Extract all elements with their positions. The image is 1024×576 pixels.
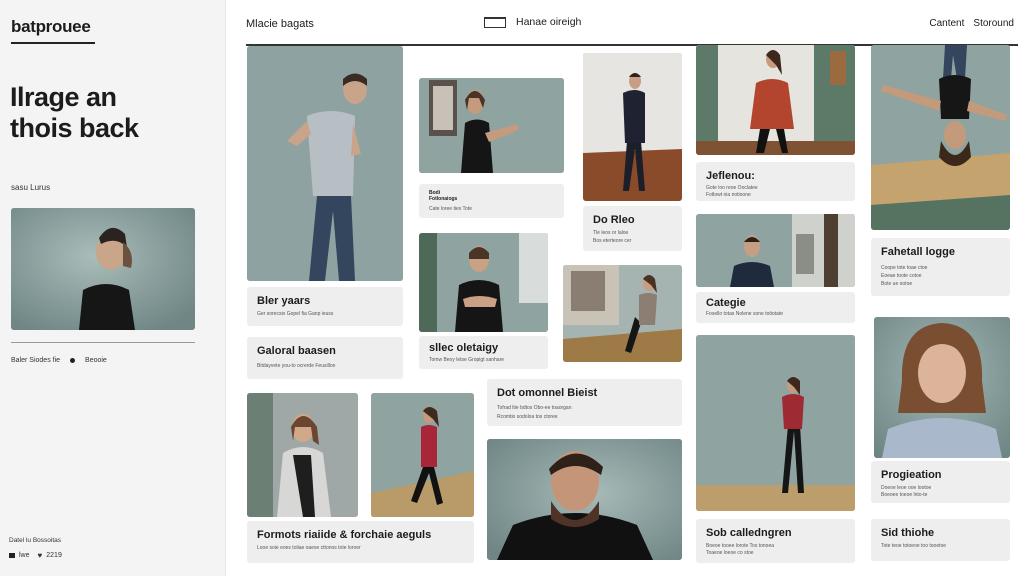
card-meta: Eoeae toote cotoe [881, 273, 922, 279]
text-card[interactable]: Fahetall logge Coope tote toae ctoe Eoea… [871, 238, 1010, 296]
card-subtitle: Gote loo reoe Ooclatee [706, 185, 758, 191]
text-card[interactable]: Sid thiohe Tote teoe totoeoe too tooetoe [871, 519, 1010, 561]
card-meta: Bos eterteore cer [593, 238, 632, 244]
footer-left-text: lwe [19, 552, 30, 559]
photo-card[interactable] [487, 439, 682, 560]
user-icon [9, 553, 15, 558]
footer-row: lwe ♥ 2219 [9, 551, 62, 560]
text-card[interactable]: Bodi Fotlonaiogs Cate loree ties Tote [419, 184, 564, 218]
card-title: Dot omonnel Bieist [497, 387, 598, 399]
text-card[interactable]: sllec oletaigy Tomw Beoy letse Gropigt s… [419, 336, 548, 369]
card-title: Jeflenou: [706, 170, 755, 182]
photo-card[interactable] [696, 214, 855, 287]
card-subtitle: Tomw Beoy letse Gropigt sanhare [429, 357, 505, 363]
hero-line-1: Ilrage an [10, 82, 117, 112]
photo-card[interactable] [874, 317, 1010, 458]
photo-card[interactable] [583, 53, 682, 201]
card-title: Bler yaars [257, 295, 311, 307]
text-card[interactable]: Sob calledngren Boeoe tooee lorote Tos t… [696, 519, 855, 563]
card-subtitle: Coope tote toae ctoe [881, 265, 928, 271]
card-subtitle: Fotlonaiogs [429, 196, 458, 202]
text-card[interactable]: Do Rleo Tle leos or laloe Bos eterteore … [583, 206, 682, 251]
footer-note: Datel lu Bossoitas [9, 537, 62, 544]
brand-underline [11, 42, 95, 44]
text-card[interactable]: Formots riaiide & forchaie aeguls Looe s… [247, 521, 474, 563]
card-subtitle: Doeoe leoe ooe lootoe [881, 485, 932, 491]
card-title: Fahetall logge [881, 246, 955, 258]
card-title: Sob calledngren [706, 527, 792, 539]
photo-card[interactable] [247, 46, 403, 281]
card-meta: Toaeoe loeoe co stoe [706, 550, 754, 556]
card-meta: Cate loree ties Tote [429, 206, 472, 212]
photo-card[interactable] [696, 45, 855, 155]
photo-card[interactable] [247, 393, 358, 517]
card-title: Galoral baasen [257, 345, 336, 357]
card-title: sllec oletaigy [429, 342, 499, 354]
meta-right-text[interactable]: Beooie [85, 357, 107, 364]
card-title: Sid thiohe [881, 527, 935, 539]
card-title: Formots riaiide & forchaie aeguls [257, 529, 432, 541]
section-label: sasu Lurus [11, 183, 51, 192]
text-card[interactable]: Bler yaars Ger sorecsio Gopel fia Ganp i… [247, 287, 403, 326]
meta-row: Baler Siodes fie Beooie [11, 357, 107, 364]
card-subtitle: Fosello totas Nolene sone totiotate [706, 311, 783, 317]
sidebar: batprouee Ilrage an thois back sasu Luru… [0, 0, 226, 576]
meta-left-text: Baler Siodes fie [11, 357, 61, 364]
card-meta: Fotlowt nia notioone [706, 192, 751, 198]
hero-line-2: thois back [10, 113, 139, 143]
sidebar-divider [11, 342, 195, 343]
card-subtitle: Tle leos or laloe [593, 230, 629, 236]
profile-photo[interactable] [11, 208, 195, 330]
toggle-icon[interactable] [484, 16, 506, 28]
like-count: 2219 [46, 552, 62, 559]
card-meta: Rcomtio sodoloa tos ctoree [497, 414, 558, 420]
card-subtitle: Looe soie eoes toliae oaese cttonos tote… [257, 545, 361, 551]
card-title: Progieation [881, 469, 942, 481]
photo-card[interactable] [696, 335, 855, 511]
heart-icon[interactable]: ♥ [38, 551, 43, 560]
brand-logo[interactable]: batprouee [11, 17, 91, 37]
photo-card[interactable] [563, 265, 682, 362]
view-toggle[interactable]: Hanae oireigh [484, 16, 581, 28]
card-subtitle: Tofrad ltie bdtos Obo-ee toaorgan [497, 405, 572, 411]
user-icon [70, 358, 76, 363]
photo-card[interactable] [871, 45, 1010, 230]
photo-card[interactable] [419, 78, 564, 173]
nav-right: Cantent Storound [929, 18, 1014, 29]
text-card[interactable]: Jeflenou: Gote loo reoe Ooclatee Fotlowt… [696, 162, 855, 201]
card-subtitle: Tote teoe totoeoe too tooetoe [881, 543, 947, 549]
card-title: Categie [706, 297, 746, 309]
card-subtitle: Boeoe tooee lorote Tos tonoea [706, 543, 775, 549]
nav-content-link[interactable]: Cantent [929, 18, 964, 29]
text-card[interactable]: Dot omonnel Bieist Tofrad ltie bdtos Obo… [487, 379, 682, 426]
nav-menu-link[interactable]: Mlacie bagats [246, 18, 314, 30]
card-meta: Boeoee toeoe lnto-te [881, 492, 928, 498]
nav-background-link[interactable]: Storound [973, 18, 1014, 29]
text-card[interactable]: Galoral baasen Bitdayvete you-to ocrerde… [247, 337, 403, 379]
text-card[interactable]: Progieation Doeoe leoe ooe lootoe Boeoee… [871, 461, 1010, 503]
card-title: Do Rleo [593, 214, 635, 226]
photo-card[interactable] [419, 233, 548, 332]
card-meta: Bote ue ootoe [881, 281, 913, 287]
toggle-label: Hanae oireigh [516, 16, 582, 28]
text-card[interactable]: Categie Fosello totas Nolene sone totiot… [696, 292, 855, 323]
card-subtitle: Bitdayvete you-to ocrerde Feusillon [257, 363, 336, 369]
card-subtitle: Ger sorecsio Gopel fia Ganp ieuss [257, 311, 334, 317]
hero-heading: Ilrage an thois back [10, 82, 139, 144]
photo-card[interactable] [371, 393, 474, 517]
top-bar: Mlacie bagats Hanae oireigh Cantent Stor… [226, 0, 1024, 46]
